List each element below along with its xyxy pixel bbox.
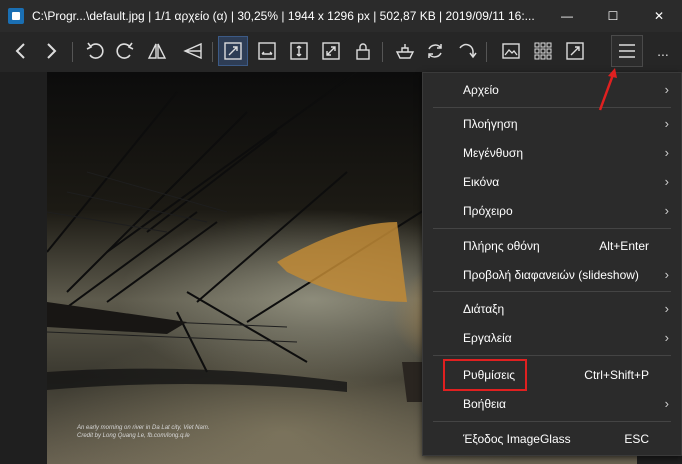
scale-to-fit-icon <box>322 42 340 60</box>
minimize-button[interactable]: — <box>544 0 590 32</box>
goto-icon <box>459 43 477 59</box>
maximize-button[interactable]: ☐ <box>590 0 636 32</box>
close-button[interactable]: ✕ <box>636 0 682 32</box>
fullscreen-button[interactable] <box>560 36 590 66</box>
scale-to-width-button[interactable] <box>252 36 282 66</box>
flip-horizontal-button[interactable] <box>142 36 172 66</box>
main-menu: Αρχείο › Πλοήγηση › Μεγένθυση › Εικόνα › Πρό… <box>422 72 682 456</box>
scale-to-height-button[interactable] <box>284 36 314 66</box>
menu-item-navigation[interactable]: Πλοήγηση › <box>423 109 681 138</box>
menu-separator <box>433 355 671 356</box>
flip-vertical-button[interactable] <box>178 36 208 66</box>
toolbar-separator <box>486 42 487 62</box>
submenu-arrow-icon: › <box>664 116 669 131</box>
menu-item-label: Αρχείο <box>463 83 499 97</box>
submenu-arrow-icon: › <box>664 203 669 218</box>
close-icon: ✕ <box>653 9 665 23</box>
menu-item-label: Πλοήγηση <box>463 117 518 131</box>
more-icon: ... <box>657 43 669 59</box>
photo-credit-line: An early morning on river in Da Lat city… <box>77 425 210 431</box>
window-title: C:\Progr...\default.jpg | 1/1 αρχείο (α)… <box>32 9 535 23</box>
scale-to-width-icon <box>258 42 276 60</box>
rotate-right-button[interactable] <box>110 36 140 66</box>
menu-separator <box>433 421 671 422</box>
auto-zoom-button[interactable] <box>218 36 248 66</box>
menu-item-layout[interactable]: Διάταξη › <box>423 294 681 323</box>
submenu-arrow-icon: › <box>664 330 669 345</box>
annotation-arrow-icon <box>598 68 617 111</box>
title-bar: C:\Progr...\default.jpg | 1/1 αρχείο (α)… <box>0 0 682 32</box>
fullscreen-icon <box>566 42 584 60</box>
photo-credit-line: Credit by Long Quang Le, fb.com/long.q.l… <box>77 433 190 439</box>
scale-to-fit-button[interactable] <box>316 36 346 66</box>
rotate-left-button[interactable] <box>80 36 110 66</box>
flip-vertical-icon <box>183 42 202 60</box>
rotate-left-icon <box>86 42 104 59</box>
menu-item-label: Διάταξη <box>463 302 505 316</box>
submenu-arrow-icon: › <box>664 82 669 97</box>
menu-item-slideshow[interactable]: Προβολή διαφανειών (slideshow) › <box>423 260 681 289</box>
menu-item-label: Μεγένθυση <box>463 146 524 160</box>
submenu-arrow-icon: › <box>664 267 669 282</box>
menu-item-fullscreen[interactable]: Πλήρης οθόνη Alt+Enter <box>423 231 681 260</box>
settings-highlight-box <box>443 359 527 391</box>
menu-item-zoom[interactable]: Μεγένθυση › <box>423 138 681 167</box>
main-menu-button[interactable] <box>611 35 643 67</box>
previous-icon <box>15 43 25 59</box>
menu-item-file[interactable]: Αρχείο › <box>423 75 681 104</box>
menu-separator <box>433 291 671 292</box>
minimize-icon: — <box>561 9 573 23</box>
auto-zoom-icon <box>224 42 242 60</box>
menu-item-label: Πλήρης οθόνη <box>463 239 540 253</box>
menu-separator <box>433 228 671 229</box>
app-icon <box>8 8 24 24</box>
submenu-arrow-icon: › <box>664 174 669 189</box>
scale-to-fill-icon <box>395 44 415 59</box>
refresh-icon <box>428 44 442 58</box>
previous-image-button[interactable] <box>6 36 36 66</box>
toolbar-separator <box>72 42 73 62</box>
menu-item-shortcut: Alt+Enter <box>599 239 649 253</box>
toolbar-separator <box>382 42 383 62</box>
photo-credit: An early morning on river in Da Lat city… <box>77 424 210 440</box>
rotate-right-icon <box>116 42 134 59</box>
menu-item-label: Εργαλεία <box>463 331 512 345</box>
menu-item-exit[interactable]: Έξοδος ImageGlass ESC <box>423 424 681 453</box>
submenu-arrow-icon: › <box>664 145 669 160</box>
lock-zoom-icon <box>356 43 370 60</box>
main-menu-icon <box>619 44 635 58</box>
menu-item-shortcut: ESC <box>624 432 649 446</box>
flip-horizontal-icon <box>147 43 167 59</box>
checkerboard-icon <box>534 42 552 60</box>
next-image-button[interactable] <box>36 36 66 66</box>
refresh-button[interactable] <box>420 36 450 66</box>
scale-to-fill-button[interactable] <box>390 36 420 66</box>
scale-to-height-icon <box>290 42 308 60</box>
toolbar-separator <box>212 42 213 62</box>
next-icon <box>47 43 57 59</box>
menu-item-label: Εικόνα <box>463 175 500 189</box>
thumbnail-bar-button[interactable] <box>496 36 526 66</box>
more-button[interactable]: ... <box>648 36 678 66</box>
menu-item-tools[interactable]: Εργαλεία › <box>423 323 681 352</box>
checkerboard-button[interactable] <box>528 36 558 66</box>
thumbnail-bar-icon <box>502 43 520 59</box>
goto-button[interactable] <box>452 36 482 66</box>
menu-item-help[interactable]: Βοήθεια › <box>423 389 681 418</box>
lock-zoom-button[interactable] <box>348 36 378 66</box>
menu-item-label: Βοήθεια <box>463 397 506 411</box>
toolbar: ... <box>0 32 682 72</box>
submenu-arrow-icon: › <box>664 301 669 316</box>
menu-item-label: Πρόχειρο <box>463 204 513 218</box>
submenu-arrow-icon: › <box>664 396 669 411</box>
menu-item-image[interactable]: Εικόνα › <box>423 167 681 196</box>
menu-item-label: Έξοδος ImageGlass <box>463 432 571 446</box>
menu-item-shortcut: Ctrl+Shift+P <box>584 368 649 382</box>
menu-item-label: Προβολή διαφανειών (slideshow) <box>463 268 639 282</box>
menu-item-clipboard[interactable]: Πρόχειρο › <box>423 196 681 225</box>
menu-separator <box>433 107 671 108</box>
maximize-icon: ☐ <box>607 9 619 23</box>
